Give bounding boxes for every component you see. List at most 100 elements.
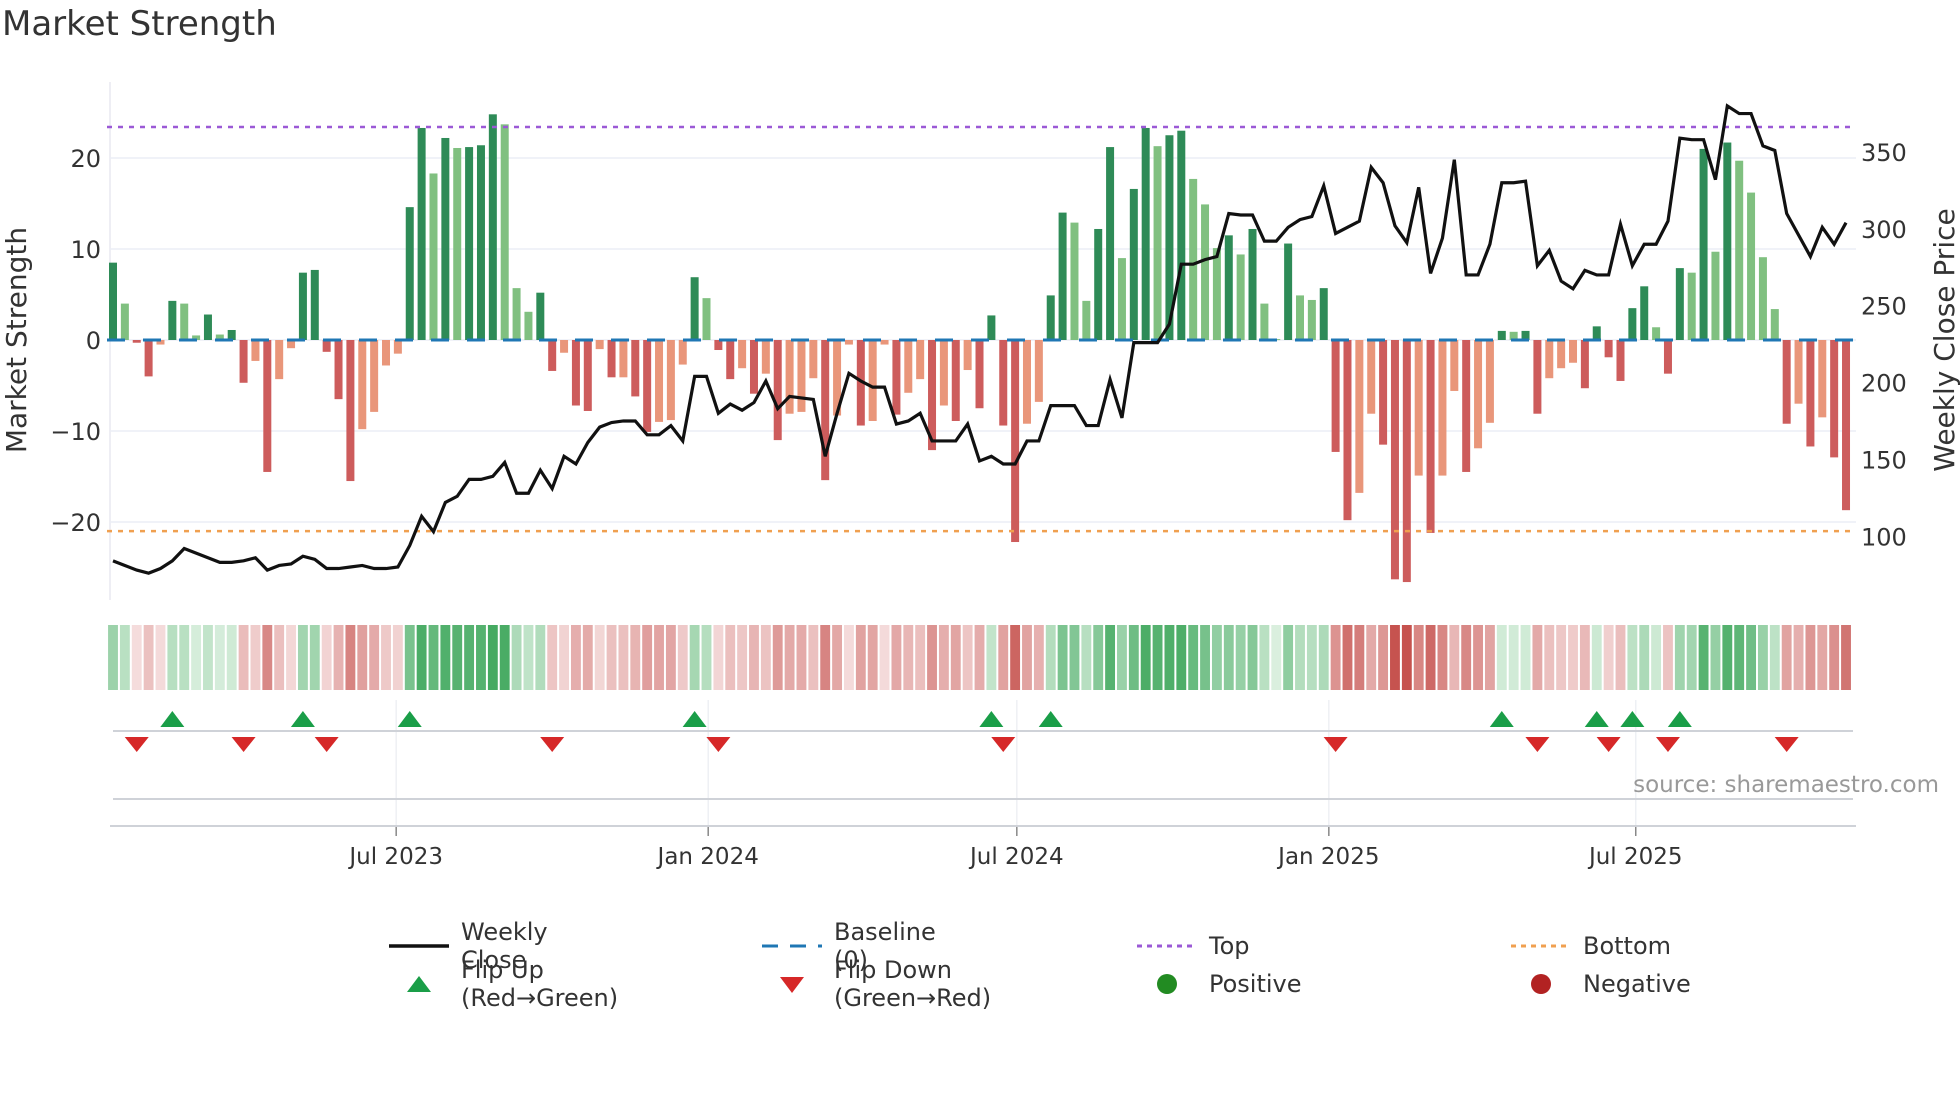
strength-bar [1331, 340, 1340, 452]
strength-bar [298, 272, 307, 340]
strength-bar [1747, 192, 1756, 340]
legend-item-negative: Negative [1511, 969, 1691, 999]
x-tick-label: Jul 2023 [347, 844, 443, 870]
heat-strip-cell [796, 625, 807, 690]
heat-strip-cell [1152, 625, 1163, 690]
y-tick-label: 0 [86, 327, 101, 355]
heat-strip-cell [784, 625, 795, 690]
heat-strip-cell [1710, 625, 1721, 690]
strength-bar [844, 340, 853, 345]
strength-bar [1307, 299, 1316, 340]
heat-strip-cell [547, 625, 558, 690]
strength-bar [1497, 330, 1506, 340]
strength-bar [488, 114, 497, 340]
heat-strip-cell [1556, 625, 1567, 690]
legend-label: Bottom [1583, 932, 1672, 960]
strength-bar [595, 340, 604, 350]
flip-up-marker [682, 711, 707, 727]
strength-bar [583, 340, 592, 411]
legend-label: Positive [1209, 970, 1302, 998]
strength-bar [1046, 295, 1055, 340]
heat-strip-cell [499, 625, 510, 690]
strength-bar [726, 340, 735, 380]
baseline-legend-icon [762, 931, 822, 961]
heat-strip-cell [1259, 625, 1270, 690]
flip-up-marker [160, 711, 185, 727]
heat-strip-cell [191, 625, 202, 690]
heat-strip-cell [867, 625, 878, 690]
heat-strip-cell [1318, 625, 1329, 690]
strength-bar [1296, 295, 1304, 340]
heat-strip-cell [1686, 625, 1697, 690]
strength-bar [1770, 309, 1779, 340]
heat-strip-cell [392, 625, 403, 690]
heat-strip-cell [725, 625, 736, 690]
heat-strip-cell [1354, 625, 1365, 690]
strength-bar [1129, 188, 1138, 340]
heat-strip-cell [903, 625, 914, 690]
strength-bar [180, 303, 189, 340]
strength-bar [1663, 340, 1672, 374]
strength-bar [773, 340, 782, 441]
strength-bar [619, 340, 628, 378]
flipdown-legend-icon [762, 969, 822, 999]
heat-strip-cell [1579, 625, 1590, 690]
y2-tick-label: 100 [1861, 523, 1907, 551]
strength-bar [1319, 288, 1328, 340]
heat-strip-cell [108, 625, 118, 690]
heat-strip-cell [1757, 625, 1768, 690]
y2-tick-label: 200 [1861, 370, 1907, 398]
heat-strip-cell [1271, 625, 1282, 690]
strength-bar [1735, 160, 1744, 340]
flip-up-marker [1038, 711, 1063, 727]
strength-bar [512, 288, 521, 340]
heat-strip-cell [535, 625, 546, 690]
strength-bar [1640, 286, 1649, 340]
heat-strip-cell [938, 625, 949, 690]
strength-bar [1094, 228, 1103, 340]
strength-bar [785, 340, 794, 414]
heat-strip-cell [677, 625, 688, 690]
heat-strip-cell [1140, 625, 1151, 690]
strength-bar [1141, 127, 1150, 340]
legend-item-positive: Positive [1137, 969, 1302, 999]
heat-strip-cell [476, 625, 486, 690]
heat-strip-cell [1128, 625, 1139, 690]
heat-strip-cell [381, 625, 391, 690]
source-credit: source: sharemaestro.com [1633, 772, 1939, 798]
heat-strip-cell [1366, 625, 1377, 690]
bottom-legend-icon [1511, 931, 1571, 961]
strength-bar [1604, 340, 1613, 358]
flip-down-marker [991, 737, 1016, 752]
heat-strip-cell [1817, 625, 1828, 690]
strength-bar [1367, 340, 1376, 414]
heat-strip-cell [1378, 625, 1389, 690]
heat-strip-cell [1793, 625, 1804, 690]
strength-bar [1011, 340, 1020, 543]
heat-strip-cell [250, 625, 261, 690]
strength-bar [1758, 257, 1767, 340]
flip-up-marker [1667, 711, 1692, 727]
strength-bar [441, 137, 450, 340]
strength-bar [1462, 340, 1471, 472]
strength-bar [548, 340, 557, 371]
heat-strip-cell [1829, 625, 1840, 690]
flip-up-marker [397, 711, 422, 727]
strength-bar [263, 340, 272, 472]
strength-bar [251, 340, 260, 361]
flip-down-marker [706, 737, 731, 752]
strength-bar [1390, 340, 1399, 580]
heat-strip-cell [1390, 625, 1400, 690]
flip-up-marker [1584, 711, 1609, 727]
strength-bar [1557, 340, 1566, 369]
heat-strip-cell [1544, 625, 1555, 690]
strength-bar [1117, 258, 1126, 340]
positive-legend-icon [1137, 969, 1197, 999]
heat-strip-cell [749, 625, 759, 690]
strength-bar [1106, 147, 1115, 340]
top-legend-icon [1137, 931, 1197, 961]
heat-strip-cell [1520, 625, 1531, 690]
strength-bar [761, 340, 770, 374]
strength-bar [1212, 248, 1221, 340]
strength-bar [975, 340, 984, 409]
